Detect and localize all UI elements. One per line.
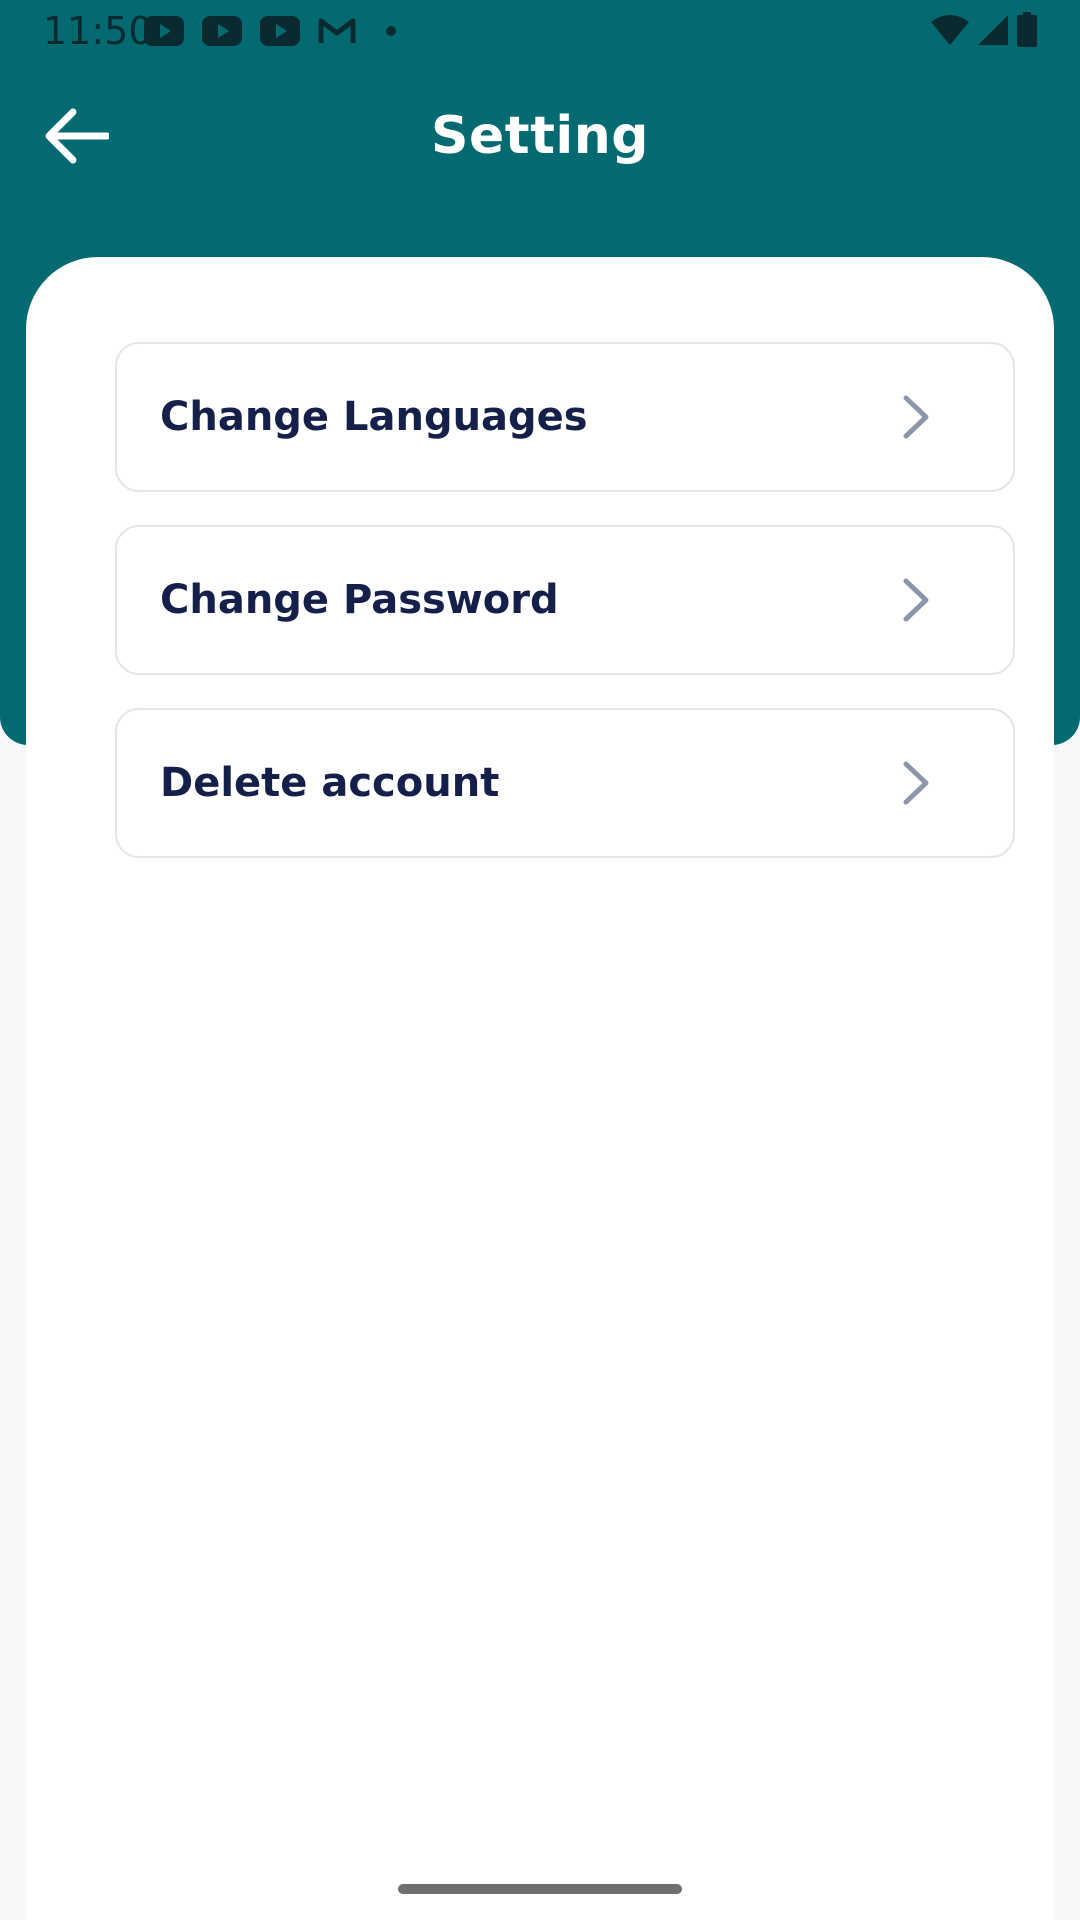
gmail-icon xyxy=(318,18,356,43)
youtube-icon xyxy=(260,16,300,46)
settings-card: Change Languages Change Password Delete … xyxy=(26,257,1054,1920)
chevron-right-icon xyxy=(903,578,929,622)
page-title: Setting xyxy=(431,106,649,166)
change-languages-label: Change Languages xyxy=(160,394,588,440)
dot-icon xyxy=(386,26,396,36)
system-icons xyxy=(930,12,1038,48)
change-password-label: Change Password xyxy=(160,577,559,623)
settings-screen: 11:50 Setting Change Languages Change Pa… xyxy=(0,0,1080,1920)
chevron-right-icon xyxy=(903,395,929,439)
battery-icon xyxy=(1017,12,1037,47)
change-languages-item[interactable]: Change Languages xyxy=(115,342,1015,492)
youtube-icon xyxy=(144,16,184,46)
status-bar: 11:50 xyxy=(0,0,1080,62)
youtube-icon xyxy=(202,16,242,46)
home-indicator[interactable] xyxy=(398,1884,682,1894)
notification-icons xyxy=(144,14,396,48)
chevron-right-icon xyxy=(903,761,929,805)
wifi-icon xyxy=(931,15,969,45)
status-time: 11:50 xyxy=(43,9,153,53)
cellular-signal-icon xyxy=(978,15,1008,45)
change-password-item[interactable]: Change Password xyxy=(115,525,1015,675)
delete-account-label: Delete account xyxy=(160,760,500,806)
delete-account-item[interactable]: Delete account xyxy=(115,708,1015,858)
